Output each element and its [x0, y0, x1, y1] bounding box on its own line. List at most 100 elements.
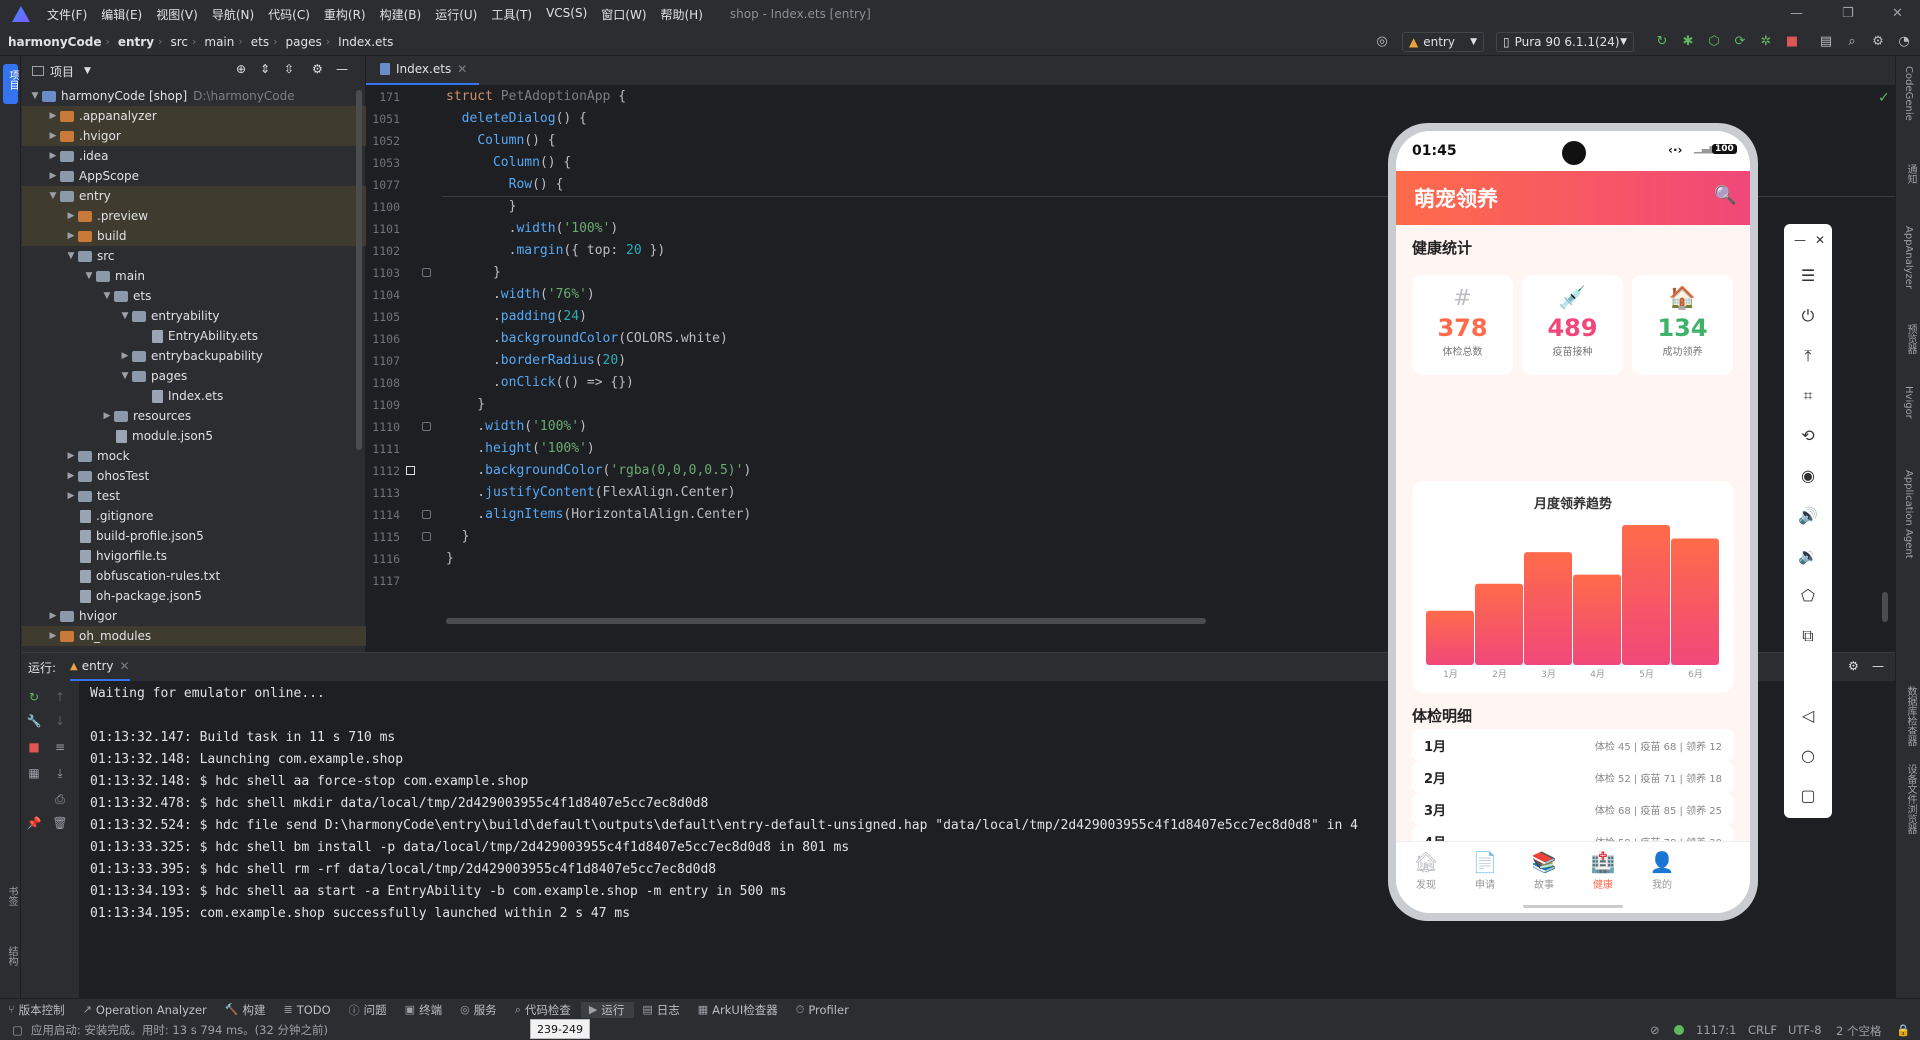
- bottom-tool-button[interactable]: ↗ Operation Analyzer: [75, 1003, 217, 1017]
- close-icon[interactable]: ✕: [1808, 228, 1832, 252]
- chevron-icon[interactable]: ▼: [100, 291, 114, 301]
- code-line[interactable]: .width('100%'): [446, 416, 587, 438]
- menu-item[interactable]: 视图(V): [149, 6, 205, 23]
- search-icon[interactable]: 🔍: [1714, 185, 1736, 206]
- settings-icon[interactable]: ⚙: [1870, 34, 1886, 50]
- breadcrumb-item[interactable]: pages: [278, 35, 326, 49]
- code-line[interactable]: }: [446, 262, 501, 284]
- right-tool-label[interactable]: 预览器: [1903, 324, 1918, 354]
- minimize-icon[interactable]: —: [1790, 6, 1803, 21]
- chevron-icon[interactable]: ▶: [64, 451, 78, 461]
- tab-run-entry[interactable]: ▲ entry ✕: [70, 653, 130, 681]
- expand-all-icon[interactable]: ⇕: [260, 62, 270, 76]
- code-line[interactable]: .borderRadius(20): [446, 350, 626, 372]
- fold-icon[interactable]: [422, 532, 431, 541]
- right-tool-label[interactable]: 设备文件浏览器: [1903, 764, 1918, 834]
- bottom-tool-button[interactable]: ⑂ 版本控制: [0, 1002, 75, 1018]
- tree-item[interactable]: EntryAbility.ets: [22, 326, 366, 346]
- code-line[interactable]: .width('76%'): [446, 284, 595, 306]
- breadcrumb-item[interactable]: Index.ets: [330, 35, 397, 49]
- collapse-all-icon[interactable]: ⇳: [284, 62, 294, 76]
- tree-item[interactable]: ▼ entryability: [22, 306, 366, 326]
- fold-icon[interactable]: ⬠: [1796, 584, 1820, 608]
- code-line[interactable]: .justifyContent(FlexAlign.Center): [446, 482, 735, 504]
- bookmarks-tool-label[interactable]: 书签: [4, 886, 19, 906]
- menu-icon[interactable]: ☰: [1796, 264, 1820, 288]
- chevron-icon[interactable]: ▶: [118, 351, 132, 361]
- tree-item[interactable]: ▶ .idea: [22, 146, 366, 166]
- chevron-icon[interactable]: ▶: [64, 211, 78, 221]
- tree-item[interactable]: ▶ AppScope: [22, 166, 366, 186]
- caret-position[interactable]: 1117:1: [1696, 1023, 1736, 1037]
- tree-item[interactable]: ▼ pages: [22, 366, 366, 386]
- bottom-tool-button[interactable]: ⌕ 代码检查: [507, 1002, 581, 1018]
- search-icon[interactable]: ⌕: [1844, 34, 1860, 50]
- scroll-down-icon[interactable]: ↓: [52, 713, 68, 729]
- close-icon[interactable]: ✕: [1892, 6, 1903, 21]
- fold-icon[interactable]: [422, 268, 431, 277]
- chevron-icon[interactable]: ▶: [64, 491, 78, 501]
- bottom-tool-button[interactable]: ▦ ArkUI检查器: [690, 1002, 788, 1018]
- project-tool-button[interactable]: 项目: [3, 64, 18, 104]
- chevron-icon[interactable]: ▶: [46, 131, 60, 141]
- settings-icon[interactable]: ⚙: [1848, 659, 1859, 673]
- chevron-icon[interactable]: ▶: [46, 171, 60, 181]
- code-line[interactable]: Column() {: [446, 130, 555, 152]
- layout-icon[interactable]: ▦: [26, 765, 42, 781]
- code-line[interactable]: deleteDialog() {: [446, 108, 587, 130]
- fold-icon[interactable]: [422, 510, 431, 519]
- code-line[interactable]: }: [446, 196, 517, 218]
- tree-item[interactable]: ▶ .preview: [22, 206, 366, 226]
- right-tool-label[interactable]: 通知: [1903, 164, 1918, 184]
- bottom-tool-button[interactable]: ◎ 服务: [452, 1002, 507, 1018]
- device-status-icon[interactable]: [1674, 1025, 1684, 1035]
- structure-tool-label[interactable]: 结构: [4, 946, 19, 966]
- code-line[interactable]: .backgroundColor(COLORS.white): [446, 328, 728, 350]
- breadcrumb-item[interactable]: main: [196, 35, 238, 49]
- stop-icon[interactable]: ■: [26, 739, 42, 755]
- print-icon[interactable]: ⎙: [52, 791, 68, 807]
- project-panel-title[interactable]: 项目: [50, 63, 74, 80]
- profile-icon[interactable]: ✲: [1758, 34, 1774, 50]
- detail-row[interactable]: 3月 体检 68 | 疫苗 85 | 领养 25: [1412, 793, 1734, 825]
- breadcrumb-item[interactable]: ets: [243, 35, 273, 49]
- nav-item[interactable]: 📚 故事: [1514, 850, 1574, 891]
- breakpoint-marker[interactable]: [406, 466, 415, 475]
- volume-down-icon[interactable]: 🔉: [1796, 544, 1820, 568]
- code-line[interactable]: .backgroundColor('rgba(0,0,0,0.5)'): [446, 460, 751, 482]
- menu-item[interactable]: 帮助(H): [654, 6, 710, 23]
- attach-debugger-icon[interactable]: ⬡: [1706, 34, 1722, 50]
- tree-item[interactable]: ▼ src: [22, 246, 366, 266]
- pin-top-icon[interactable]: ⤒: [1796, 344, 1820, 368]
- breadcrumb-item[interactable]: entry: [110, 35, 158, 49]
- power-icon[interactable]: ⏻: [1796, 304, 1820, 328]
- chevron-icon[interactable]: ▶: [64, 231, 78, 241]
- device-manager-icon[interactable]: ▤: [1818, 34, 1834, 50]
- back-icon[interactable]: ◁: [1796, 704, 1820, 728]
- menu-item[interactable]: 构建(B): [373, 6, 429, 23]
- wrench-icon[interactable]: 🔧: [26, 713, 42, 729]
- close-tab-icon[interactable]: ✕: [457, 62, 467, 76]
- chevron-icon[interactable]: ▼: [28, 91, 42, 101]
- horizontal-scrollbar[interactable]: [446, 618, 1206, 624]
- fold-icon[interactable]: [422, 422, 431, 431]
- status-message[interactable]: 应用启动: 安装完成。用时: 13 s 794 ms。(32 分钟之前): [31, 1022, 328, 1038]
- nav-item[interactable]: 🏥 健康: [1573, 850, 1633, 891]
- volume-up-icon[interactable]: 🔊: [1796, 504, 1820, 528]
- code-line[interactable]: .width('100%'): [446, 218, 619, 240]
- right-tool-label[interactable]: AppAnalyzer: [1903, 226, 1914, 289]
- code-line[interactable]: .alignItems(HorizontalAlign.Center): [446, 504, 751, 526]
- code-line[interactable]: .height('100%'): [446, 438, 594, 460]
- detail-row[interactable]: 2月 体检 52 | 疫苗 71 | 领养 18: [1412, 761, 1734, 793]
- bottom-tool-button[interactable]: ⏱ Profiler: [788, 1003, 859, 1017]
- phone-screen[interactable]: 01:45 ‹·› ▁▃▅ 100 萌宠领养 🔍 健康统计 #378 体检总数 💉 4…: [1396, 131, 1750, 913]
- account-icon[interactable]: ◔: [1896, 34, 1912, 50]
- menu-item[interactable]: 运行(U): [428, 6, 484, 23]
- menu-item[interactable]: 编辑(E): [94, 6, 149, 23]
- status-toggle-icon[interactable]: ▢: [12, 1023, 23, 1037]
- chevron-icon[interactable]: ▼: [118, 371, 132, 381]
- chevron-icon[interactable]: ▼: [64, 251, 78, 261]
- nav-item[interactable]: 👤 我的: [1632, 850, 1692, 891]
- debug-icon[interactable]: ✱: [1680, 34, 1696, 50]
- rerun-icon[interactable]: ↻: [1654, 34, 1670, 50]
